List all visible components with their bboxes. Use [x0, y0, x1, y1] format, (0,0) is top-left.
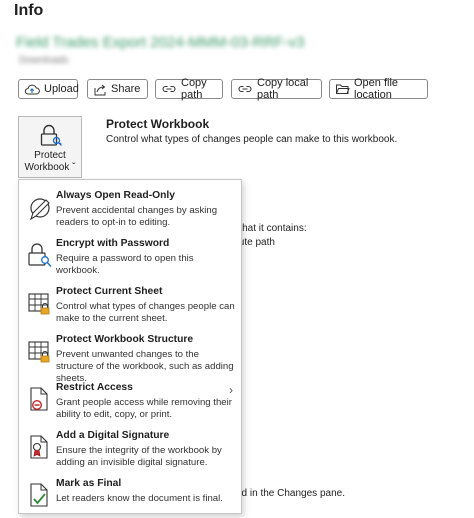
- menu-item-protect-workbook-structure[interactable]: Protect Workbook Structure Prevent unwan…: [19, 328, 241, 384]
- document-ribbon-icon: [30, 435, 48, 459]
- menu-item-title: Always Open Read-Only: [56, 190, 176, 201]
- protect-workbook-title: Protect Workbook: [106, 117, 210, 131]
- menu-item-description: Let readers know the document is final.: [56, 493, 223, 504]
- menu-item-restrict-access[interactable]: Restrict Access Grant people access whil…: [19, 376, 241, 422]
- share-icon: [94, 84, 106, 95]
- menu-item-title: Mark as Final: [56, 478, 122, 489]
- pencil-no-edit-icon: [30, 198, 50, 221]
- menu-item-title: Restrict Access: [56, 382, 133, 393]
- page-title: Info: [14, 2, 44, 19]
- lock-key-icon: [40, 124, 62, 146]
- chevron-right-icon: ›: [229, 383, 233, 397]
- open-file-location-button[interactable]: Open file location: [329, 77, 428, 101]
- file-location: Downloads: [19, 55, 69, 66]
- workbook-lock-icon: [28, 341, 50, 363]
- menu-item-title: Protect Workbook Structure: [56, 334, 194, 345]
- menu-item-description: Ensure the integrity of the workbook by …: [56, 445, 222, 468]
- protect-workbook-menu: Always Open Read-Only Prevent accidental…: [18, 179, 242, 514]
- lock-search-icon: [28, 243, 52, 267]
- menu-item-title: Encrypt with Password: [56, 238, 170, 249]
- menu-item-description: Require a password to open this workbook…: [56, 253, 194, 276]
- sheet-lock-icon: [28, 293, 50, 315]
- share-button[interactable]: Share: [87, 79, 148, 99]
- copy-path-button[interactable]: Copy path: [155, 77, 223, 101]
- upload-label: Upload: [44, 83, 79, 95]
- menu-item-mark-as-final[interactable]: Mark as Final Let readers know the docum…: [19, 472, 241, 518]
- folder-icon: [336, 84, 350, 94]
- protect-button-label: Protect: [34, 150, 66, 161]
- menu-item-title: Protect Current Sheet: [56, 286, 163, 297]
- menu-item-description: Grant people access while removing their…: [56, 397, 232, 420]
- link-icon: [238, 85, 252, 93]
- share-label: Share: [111, 83, 141, 95]
- menu-item-description: Control what types of changes people can…: [56, 301, 235, 324]
- menu-item-encrypt-with-password[interactable]: Encrypt with Password Require a password…: [19, 232, 241, 278]
- protect-workbook-description: Control what types of changes people can…: [106, 134, 398, 145]
- upload-button[interactable]: Upload: [18, 79, 79, 99]
- document-restrict-icon: [30, 387, 48, 411]
- menu-item-description: Prevent accidental changes by asking rea…: [56, 205, 218, 228]
- cloud-upload-icon: [24, 84, 40, 94]
- copy-local-path-button[interactable]: Copy local path: [231, 77, 322, 101]
- protect-workbook-button[interactable]: Protect Workbook ˇ: [18, 116, 82, 178]
- open-file-location-label: Open file location: [354, 77, 399, 101]
- copy-path-label: Copy path: [181, 77, 207, 101]
- background-text-1: e that it contains:: [231, 223, 307, 234]
- menu-item-title: Add a Digital Signature: [56, 430, 170, 441]
- background-text-3: yed in the Changes pane.: [231, 488, 345, 499]
- menu-item-protect-current-sheet[interactable]: Protect Current Sheet Control what types…: [19, 280, 241, 326]
- document-check-icon: [30, 483, 48, 507]
- link-icon: [162, 85, 176, 93]
- protect-button-label-2: Workbook ˇ: [24, 162, 76, 173]
- menu-item-add-digital-signature[interactable]: Add a Digital Signature Ensure the integ…: [19, 424, 241, 470]
- menu-item-always-open-read-only[interactable]: Always Open Read-Only Prevent accidental…: [19, 184, 241, 230]
- copy-local-path-label: Copy local path: [257, 77, 309, 101]
- file-name: Field Trades Export 2024-MMM-03-RRF-v3: [16, 34, 305, 51]
